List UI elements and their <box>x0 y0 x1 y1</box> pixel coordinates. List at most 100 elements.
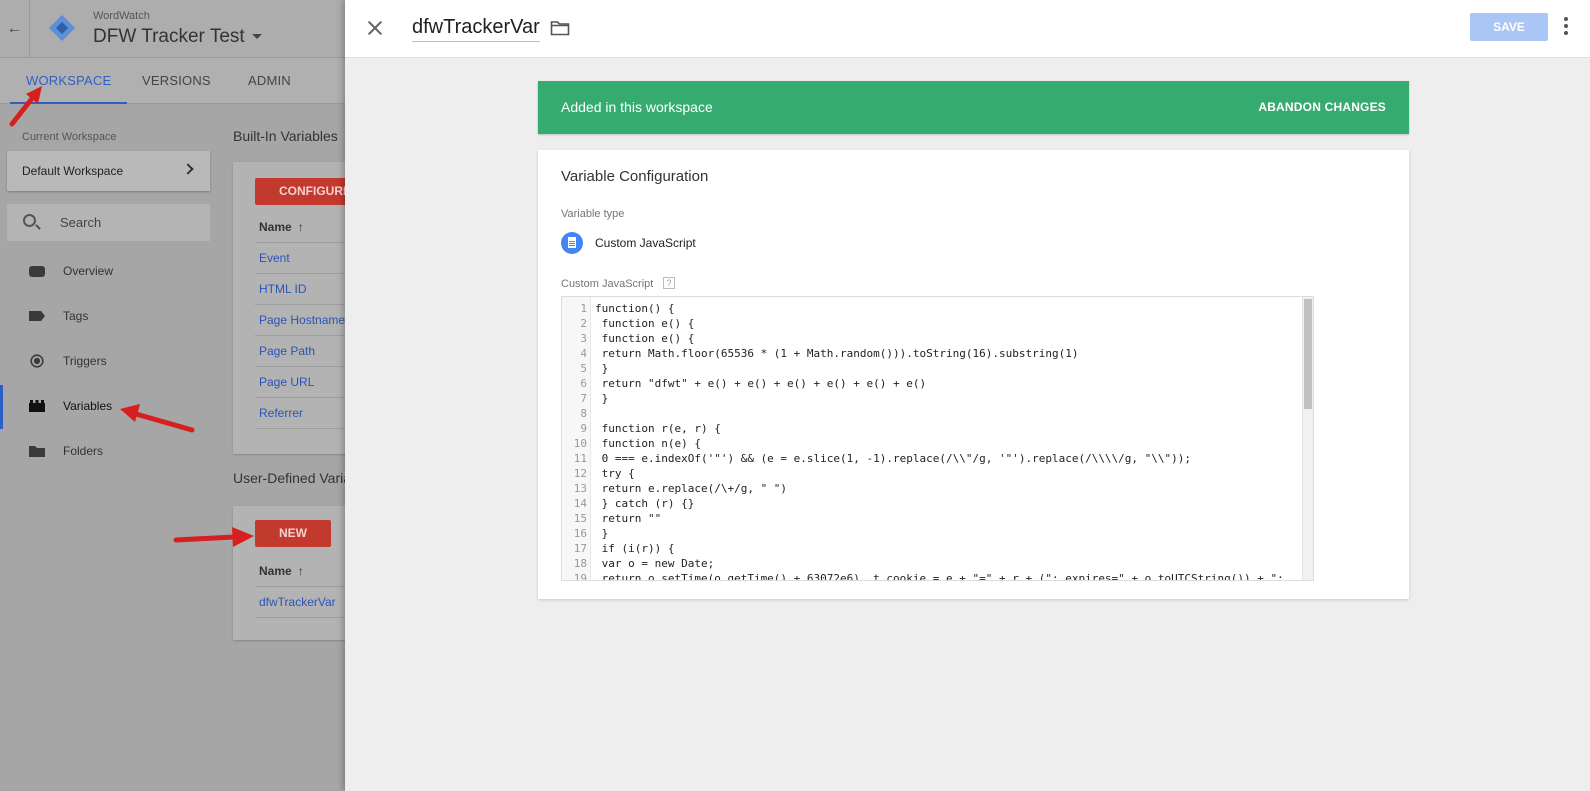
back-arrow-icon[interactable]: ← <box>0 0 30 58</box>
sort-arrow-up-icon: ↑ <box>297 564 304 578</box>
sidebar-item-label: Triggers <box>63 354 107 368</box>
line-number: 12 <box>573 467 587 480</box>
more-vert-icon[interactable] <box>1563 17 1569 37</box>
variable-editor-panel: dfwTrackerVar SAVE Added in this workspa… <box>345 0 1590 791</box>
name-column-header[interactable]: Name ↑ <box>259 220 304 234</box>
row-divider <box>255 586 345 587</box>
tab-versions[interactable]: VERSIONS <box>142 58 211 104</box>
name-column-header[interactable]: Name ↑ <box>259 564 304 578</box>
code-editor[interactable]: 1 function() {2 function e() {3 function … <box>561 296 1314 581</box>
sidebar-item-label: Variables <box>63 399 113 413</box>
line-number: 17 <box>573 542 587 555</box>
line-number: 18 <box>573 557 587 570</box>
caret-down-icon[interactable] <box>252 34 262 39</box>
sidebar-item-overview[interactable]: Overview <box>0 250 215 294</box>
sidebar-item-label: Overview <box>63 264 114 278</box>
account-name: WordWatch <box>93 10 150 22</box>
code-line: 12 try { <box>562 466 1302 481</box>
code-text: return "dfwt" + e() + e() + e() + e() + … <box>595 377 927 390</box>
sidebar-item-triggers[interactable]: Triggers <box>0 340 215 384</box>
variable-link-page-hostname[interactable]: Page Hostname <box>259 313 345 327</box>
code-text: } <box>595 527 609 540</box>
line-number: 5 <box>580 362 587 375</box>
code-line: 6 return "dfwt" + e() + e() + e() + e() … <box>562 376 1302 391</box>
code-text: try { <box>595 467 635 480</box>
builtin-variables-card: CONFIGURE Name ↑ Event HTML ID Page Hostn… <box>233 162 345 454</box>
code-line: 8 <box>562 406 1302 421</box>
code-text: } catch (r) {} <box>595 497 695 510</box>
line-number: 4 <box>580 347 587 360</box>
code-line: 11 0 === e.indexOf('"') && (e = e.slice(… <box>562 451 1302 466</box>
code-text: return o.setTime(o.getTime() + 63072e6),… <box>595 572 1284 581</box>
line-number: 10 <box>573 437 587 450</box>
code-text: function e() { <box>595 332 695 345</box>
variable-link-html-id[interactable]: HTML ID <box>259 282 307 296</box>
code-text: } <box>595 392 609 405</box>
current-workspace-label: Current Workspace <box>22 131 117 143</box>
row-divider <box>255 397 345 398</box>
code-text: function e() { <box>595 317 695 330</box>
row-divider <box>255 366 345 367</box>
sidebar-item-label: Tags <box>63 309 89 323</box>
configure-button[interactable]: CONFIGURE <box>255 178 345 205</box>
tag-icon <box>29 311 45 321</box>
sidebar-item-tags[interactable]: Tags <box>0 295 215 339</box>
abandon-changes-button[interactable]: ABANDON CHANGES <box>1258 100 1386 114</box>
save-button[interactable]: SAVE <box>1470 13 1548 41</box>
workspace-name: Default Workspace <box>22 164 124 178</box>
variables-icon <box>29 400 45 412</box>
chevron-right-icon <box>182 163 194 175</box>
workspace-status-banner: Added in this workspace ABANDON CHANGES <box>538 81 1409 134</box>
row-divider <box>255 242 345 243</box>
scroll-thumb[interactable] <box>1304 299 1312 409</box>
editor-scrollbar[interactable] <box>1302 297 1313 580</box>
folder-icon <box>29 446 45 457</box>
code-text: if (i(r)) { <box>595 542 675 555</box>
code-line: 19 return o.setTime(o.getTime() + 63072e… <box>562 571 1302 581</box>
search-input[interactable]: Search <box>7 204 210 241</box>
line-number: 14 <box>573 497 587 510</box>
variable-link-event[interactable]: Event <box>259 251 290 265</box>
code-line: 2 function e() { <box>562 316 1302 331</box>
workspace-selector[interactable]: Default Workspace <box>7 151 210 191</box>
row-divider <box>255 304 345 305</box>
user-defined-variables-title: User-Defined Variables <box>233 470 345 486</box>
variables-list-area: Built-In Variables CONFIGURE Name ↑ Event… <box>215 104 345 791</box>
container-name[interactable]: DFW Tracker Test <box>93 26 245 48</box>
config-title: Variable Configuration <box>561 168 709 185</box>
line-number: 2 <box>580 317 587 330</box>
name-column-label: Name <box>259 564 292 578</box>
search-icon <box>23 214 36 227</box>
variable-link-page-path[interactable]: Page Path <box>259 344 315 358</box>
tab-admin[interactable]: ADMIN <box>248 58 291 104</box>
code-line: 7 } <box>562 391 1302 406</box>
code-text: function() { <box>595 302 675 315</box>
row-divider <box>255 617 345 618</box>
variable-link-dfwtrackervar[interactable]: dfwTrackerVar <box>259 595 336 609</box>
variable-link-page-url[interactable]: Page URL <box>259 375 314 389</box>
code-line: 4 return Math.floor(65536 * (1 + Math.ra… <box>562 346 1302 361</box>
line-number: 9 <box>580 422 587 435</box>
code-line: 1 function() { <box>562 301 1302 316</box>
line-number: 16 <box>573 527 587 540</box>
row-divider <box>255 428 345 429</box>
variable-link-referrer[interactable]: Referrer <box>259 406 303 420</box>
row-divider <box>255 273 345 274</box>
line-number: 1 <box>580 302 587 315</box>
close-icon[interactable] <box>365 18 385 38</box>
code-line: 14 } catch (r) {} <box>562 496 1302 511</box>
code-text: return "" <box>595 512 662 525</box>
sort-arrow-up-icon: ↑ <box>297 220 304 234</box>
code-text: var o = new Date; <box>595 557 715 570</box>
help-icon[interactable]: ? <box>663 277 675 289</box>
new-variable-button[interactable]: NEW <box>255 520 331 547</box>
row-divider <box>255 335 345 336</box>
code-text: return e.replace(/\+/g, " ") <box>595 482 788 495</box>
builtin-variables-title: Built-In Variables <box>233 128 338 144</box>
variable-name-field[interactable]: dfwTrackerVar <box>412 16 540 42</box>
variable-type-label: Variable type <box>561 208 625 220</box>
variable-type-name[interactable]: Custom JavaScript <box>595 236 696 250</box>
annotation-arrow <box>173 527 254 547</box>
variable-configuration-card: Variable Configuration Variable type Cus… <box>538 150 1409 599</box>
folder-icon[interactable] <box>550 20 570 36</box>
